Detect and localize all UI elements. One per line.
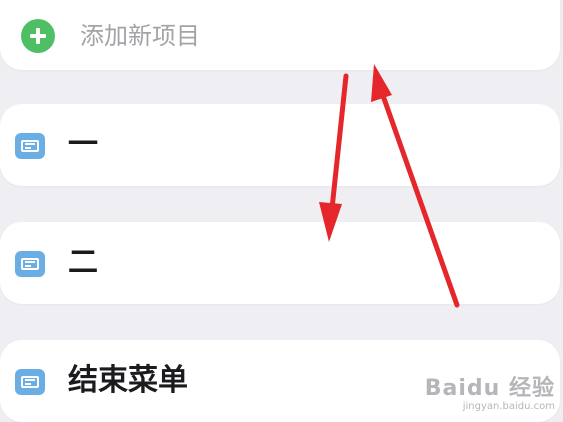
watermark-url: jingyan.baidu.com — [462, 401, 555, 412]
up-arrow-annotation — [371, 64, 460, 308]
down-arrow-annotation — [319, 73, 349, 242]
annotation-arrows — [319, 64, 460, 308]
watermark-brand: Baidu 经验 — [424, 376, 555, 401]
baidu-jingyan-watermark: Baidu 经验 jingyan.baidu.com — [425, 377, 555, 413]
